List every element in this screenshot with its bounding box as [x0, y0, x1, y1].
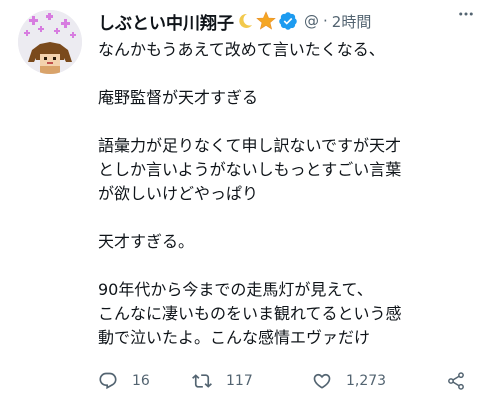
reply-icon: [99, 372, 117, 390]
like-icon: [313, 373, 331, 389]
tweet-text-line: こんなに凄いものをいま観れてるという感: [98, 304, 402, 323]
share-icon: [448, 372, 464, 390]
reply-count: 16: [132, 373, 150, 389]
reply-button[interactable]: 16: [98, 371, 150, 391]
tweet-text: なんかもうあえて改めて言いたくなる、 庵野監督が天才すぎる 語彙力が足りなくて申…: [98, 38, 474, 350]
display-name[interactable]: しぶとい中川翔子: [98, 9, 234, 34]
moon-emoji-icon: [236, 12, 254, 30]
verified-badge-icon: [278, 11, 298, 31]
like-button[interactable]: 1,273: [312, 371, 386, 391]
like-count: 1,273: [346, 373, 387, 389]
star-emoji-icon: [256, 11, 276, 31]
user-handle[interactable]: @: [304, 12, 319, 30]
retweet-count: 117: [226, 373, 253, 389]
tweet: しぶとい中川翔子 @ · 2時間 なんかもうあえて改めて言いたくなる、 庵野監督…: [0, 0, 480, 404]
more-options-icon[interactable]: [454, 4, 478, 24]
retweet-icon: [192, 374, 212, 388]
tweet-text-line: 天才すぎる。: [98, 232, 195, 251]
tweet-text-line: なんかもうあえて改めて言いたくなる、: [98, 40, 385, 59]
share-button[interactable]: [446, 371, 466, 391]
tweet-text-line: としか言いようがないしもっとすごい言葉: [98, 160, 402, 179]
tweet-text-line: が欲しいけどやっぱり: [98, 184, 259, 203]
tweet-text-line: 語彙力が足りなくて申し訳ないですが天才: [98, 136, 402, 155]
tweet-header: しぶとい中川翔子 @ · 2時間: [98, 6, 470, 36]
separator-dot: ·: [323, 12, 328, 30]
tweet-text-line: 動で泣いたよ。こんな感情エヴァだけ: [98, 328, 371, 347]
tweet-text-line: 庵野監督が天才すぎる: [98, 88, 259, 107]
avatar[interactable]: [18, 10, 82, 74]
tweet-text-line: 90年代から今までの走馬灯が見えて、: [98, 280, 373, 299]
tweet-timestamp[interactable]: 2時間: [332, 11, 372, 32]
avatar-image: [18, 10, 82, 74]
tweet-actions: 16 117 1,273: [98, 366, 472, 396]
retweet-button[interactable]: 117: [192, 371, 253, 391]
